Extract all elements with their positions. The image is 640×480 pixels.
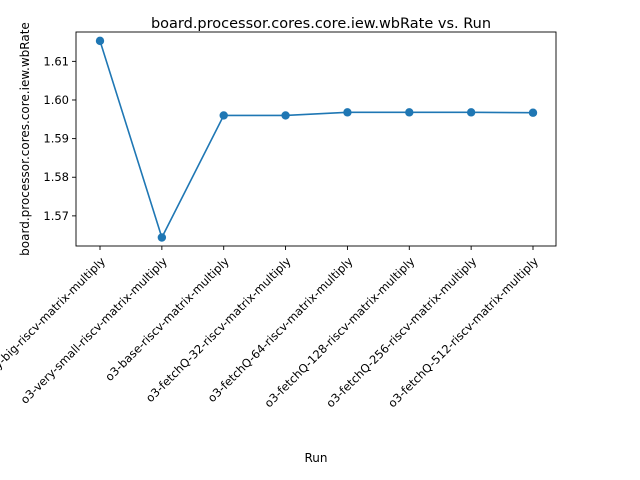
data-point bbox=[95, 36, 105, 46]
y-tick-label: 1.61 bbox=[43, 54, 69, 68]
series-line bbox=[99, 40, 534, 240]
x-axis: o3-very-big-riscv-matrix-multiplyo3-very… bbox=[0, 246, 541, 410]
chart-title: board.processor.cores.core.iew.wbRate vs… bbox=[151, 16, 491, 32]
y-axis: 1.57 1.58 1.59 1.60 1.61 bbox=[43, 54, 76, 223]
data-point bbox=[219, 111, 228, 120]
series-layer bbox=[95, 36, 538, 242]
data-point bbox=[157, 233, 167, 242]
data-point bbox=[343, 108, 352, 117]
y-axis-label: board.processor.cores.core.iew.wbRate bbox=[18, 22, 32, 256]
y-tick-label: 1.58 bbox=[43, 170, 69, 184]
x-axis-label: Run bbox=[304, 451, 327, 465]
data-point bbox=[466, 108, 476, 117]
plot-frame bbox=[75, 31, 557, 247]
x-tick-label: o3-base-riscv-matrix-multiply bbox=[102, 254, 232, 384]
data-point bbox=[528, 108, 538, 117]
data-point bbox=[281, 111, 290, 120]
y-tick-label: 1.59 bbox=[43, 132, 69, 146]
y-tick-label: 1.60 bbox=[43, 93, 69, 107]
y-tick-label: 1.57 bbox=[43, 209, 69, 223]
data-point bbox=[405, 108, 414, 117]
line-chart: board.processor.cores.core.iew.wbRate vs… bbox=[0, 16, 557, 465]
